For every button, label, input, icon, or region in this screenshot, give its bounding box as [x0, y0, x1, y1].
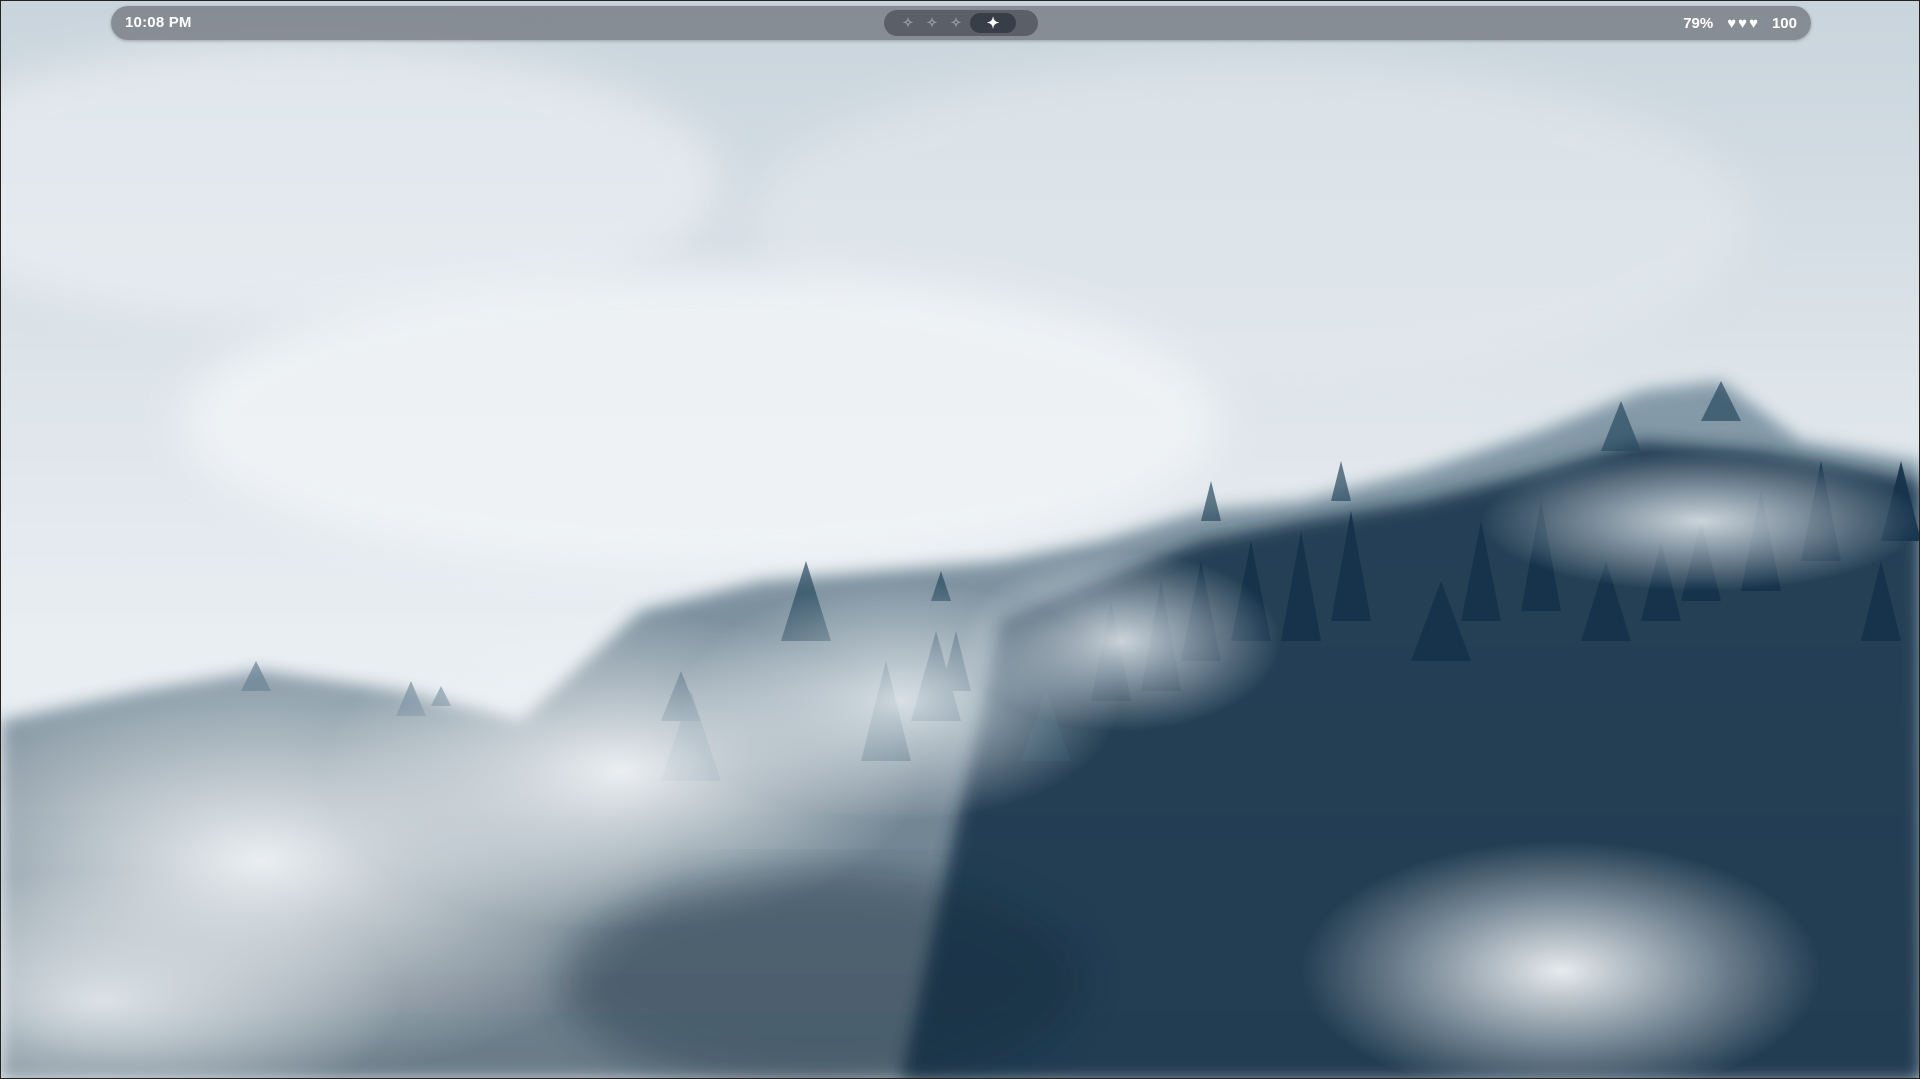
workspace-2-sparkle-icon[interactable]: ✧ [922, 13, 942, 33]
health-value: 100 [1771, 14, 1797, 32]
wallpaper-misty-forest [1, 1, 1919, 1078]
workspace-1-sparkle-icon[interactable]: ✧ [898, 13, 918, 33]
workspace-switcher: ✧ ✧ ✧ ✦ [884, 10, 1038, 36]
desktop: 10:08 PM ✧ ✧ ✧ ✦ 79% ♥ ♥ ♥ 100 [0, 0, 1920, 1079]
status-area: 79% ♥ ♥ ♥ 100 [1683, 6, 1797, 40]
workspace-4-active-sparkle-icon[interactable]: ✦ [970, 13, 1016, 33]
battery-percent[interactable]: 79% [1683, 15, 1713, 32]
workspace-3-sparkle-icon[interactable]: ✧ [946, 13, 966, 33]
heart-icon: ♥ [1738, 14, 1748, 32]
heart-icon: ♥ [1749, 14, 1758, 32]
clock[interactable]: 10:08 PM [125, 6, 192, 40]
heart-icon: ♥ [1727, 14, 1737, 32]
top-panel: 10:08 PM ✧ ✧ ✧ ✦ 79% ♥ ♥ ♥ 100 [111, 6, 1811, 40]
hearts-indicator: ♥ ♥ ♥ [1727, 16, 1758, 31]
